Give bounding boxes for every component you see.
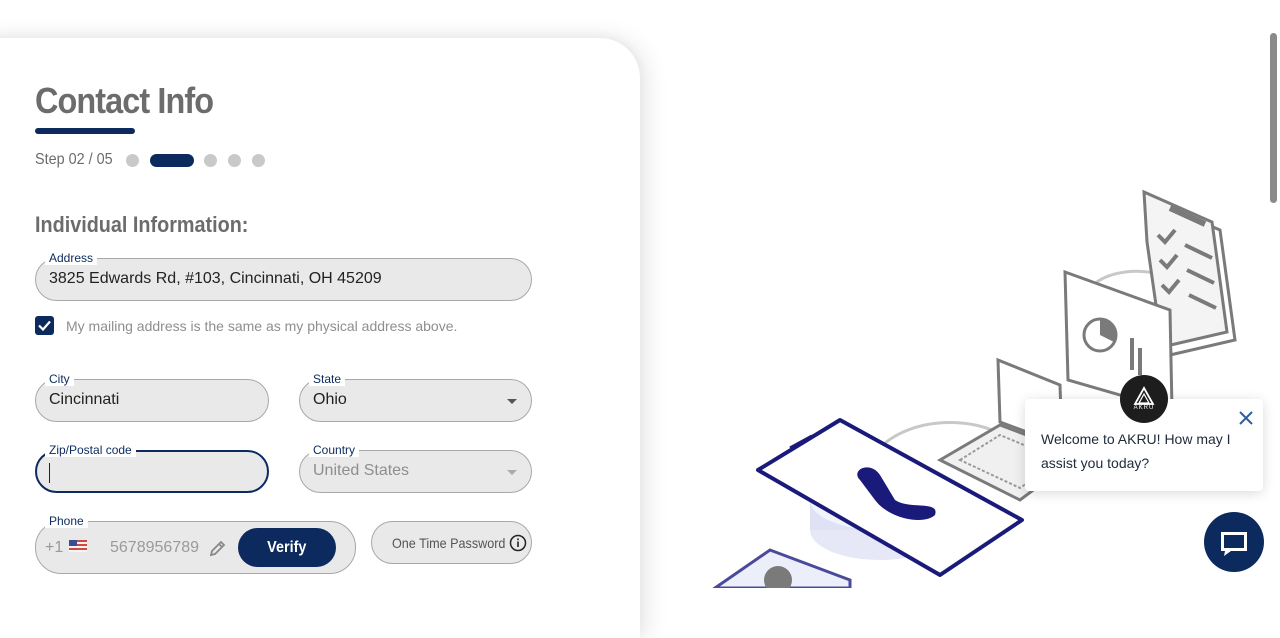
akru-logo-icon	[1133, 386, 1155, 405]
akru-avatar: AKRU	[1120, 375, 1168, 423]
mailing-same-checkbox[interactable]	[35, 316, 54, 335]
step-dot-4	[228, 154, 241, 167]
otp-placeholder: One Time Password	[392, 535, 506, 551]
phone-field[interactable]: +1 5678956789 Verify	[35, 521, 356, 574]
zip-label: Zip/Postal code	[45, 443, 136, 457]
phone-number-value: 5678956789	[110, 539, 199, 556]
address-field[interactable]: 3825 Edwards Rd, #103, Cincinnati, OH 45…	[35, 258, 532, 301]
country-value: United States	[313, 462, 410, 479]
info-icon[interactable]	[509, 534, 527, 552]
phone-label: Phone	[45, 514, 88, 528]
step-dot-2-active	[150, 154, 194, 167]
avatar-brand-text: AKRU	[1133, 405, 1155, 411]
phone-country-code: +1	[45, 539, 64, 556]
country-label: Country	[309, 443, 360, 457]
title-underline	[35, 128, 135, 134]
checkmark-icon	[38, 320, 51, 332]
verify-button[interactable]: Verify	[238, 528, 336, 567]
step-dot-5	[252, 154, 265, 167]
city-label: City	[45, 372, 74, 386]
page-title: Contact Info	[35, 80, 214, 121]
section-title: Individual Information:	[35, 212, 249, 237]
address-value: 3825 Edwards Rd, #103, Cincinnati, OH 45…	[49, 270, 382, 287]
chat-bubble-icon	[1221, 532, 1247, 556]
text-caret	[49, 463, 50, 483]
chat-launcher-button[interactable]	[1204, 512, 1264, 572]
state-label: State	[309, 372, 346, 386]
chevron-down-icon	[507, 399, 517, 404]
us-flag-icon	[69, 540, 87, 552]
chevron-down-icon	[507, 470, 517, 475]
step-indicator-text: Step 02 / 05	[35, 151, 113, 168]
otp-input[interactable]: One Time Password	[371, 521, 532, 564]
pencil-edit-icon[interactable]	[208, 538, 228, 558]
page-scrollbar[interactable]	[1270, 33, 1277, 203]
step-dot-1	[126, 154, 139, 167]
city-value: Cincinnati	[49, 391, 120, 408]
verify-button-label: Verify	[267, 538, 307, 556]
step-dot-3	[204, 154, 217, 167]
address-label: Address	[45, 251, 98, 265]
chat-welcome-message: Welcome to AKRU! How may I assist you to…	[1041, 431, 1231, 471]
state-value: Ohio	[313, 391, 347, 408]
mailing-same-label: My mailing address is the same as my phy…	[66, 318, 458, 334]
contact-illustration	[712, 189, 1237, 588]
close-icon[interactable]	[1238, 410, 1254, 426]
